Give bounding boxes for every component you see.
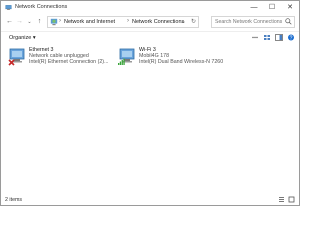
forward-button[interactable]: →	[15, 17, 24, 26]
network-connections-icon	[5, 5, 12, 10]
refresh-button[interactable]: ↻	[191, 18, 196, 25]
control-panel-icon	[50, 18, 58, 26]
search-input[interactable]: Search Network Connections	[211, 16, 295, 28]
large-icons-view-icon[interactable]	[288, 196, 295, 203]
organize-button[interactable]: Organize ▾	[9, 35, 36, 41]
connection-ethernet-3[interactable]: Ethernet 3 Network cable unplugged Intel…	[7, 47, 109, 71]
status-bar: 2 items	[1, 195, 299, 205]
breadcrumb-network-connections[interactable]: Network Connections	[132, 19, 184, 25]
minimize-button[interactable]: —	[245, 1, 263, 13]
change-view-icon[interactable]	[263, 34, 271, 41]
connection-wifi-3[interactable]: Wi-Fi 3 Mobil4G 178 Intel(R) Dual Band W…	[117, 47, 223, 71]
preview-pane-icon[interactable]	[275, 34, 283, 41]
more-options-icon[interactable]	[251, 34, 259, 41]
help-icon[interactable]: ?	[287, 34, 295, 41]
recent-locations-button[interactable]: ⌄	[25, 17, 34, 26]
breadcrumb-separator: ›	[59, 18, 61, 24]
window-title: Network Connections	[15, 4, 68, 10]
title-bar[interactable]: Network Connections — ☐ ✕	[1, 1, 299, 14]
address-dropdown-button[interactable]: ⌄	[181, 18, 186, 25]
close-button[interactable]: ✕	[281, 1, 299, 13]
breadcrumb-separator: ›	[127, 18, 129, 24]
address-bar[interactable]: › Network and Internet › Network Connect…	[47, 16, 199, 28]
command-bar: Organize ▾ ?	[1, 31, 299, 45]
up-button[interactable]: ↑	[35, 17, 44, 26]
details-view-icon[interactable]	[278, 196, 285, 203]
search-placeholder: Search Network Connections	[215, 19, 283, 25]
back-button[interactable]: ←	[5, 17, 14, 26]
navigation-bar: ← → ⌄ ↑ › Network and Internet › Network…	[1, 14, 299, 29]
connections-list: Ethernet 3 Network cable unplugged Intel…	[1, 44, 299, 194]
connection-device: Intel(R) Dual Band Wireless-N 7260	[139, 59, 224, 65]
explorer-window: Network Connections — ☐ ✕ ← → ⌄ ↑ › Netw…	[0, 0, 300, 206]
breadcrumb-network-and-internet[interactable]: Network and Internet	[64, 19, 115, 25]
connection-device: Intel(R) Ethernet Connection (2)...	[29, 59, 109, 65]
wifi-adapter-icon	[118, 48, 135, 65]
svg-text:?: ?	[290, 35, 293, 41]
search-icon	[285, 18, 292, 25]
ethernet-adapter-icon	[8, 48, 25, 66]
item-count: 2 items	[5, 197, 23, 203]
maximize-button[interactable]: ☐	[263, 1, 281, 13]
